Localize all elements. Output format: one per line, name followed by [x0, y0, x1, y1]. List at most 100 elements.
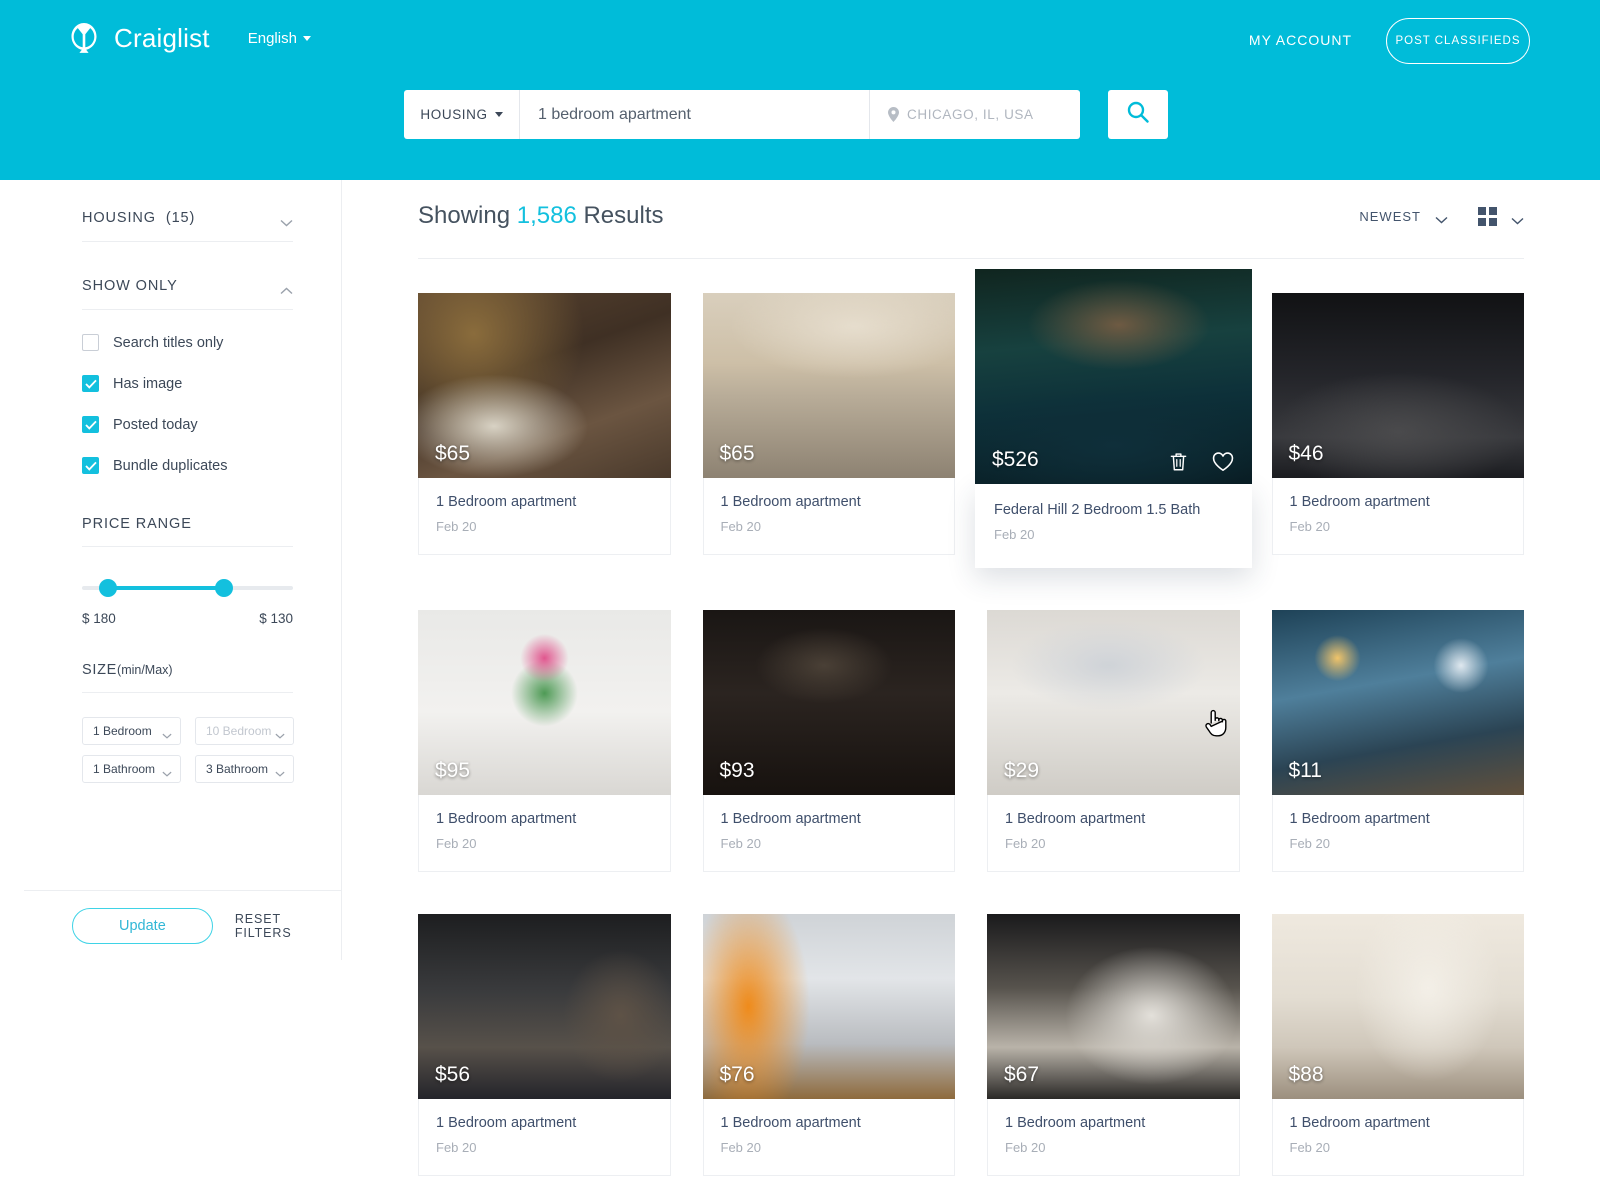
listing-title[interactable]: 1 Bedroom apartment	[1005, 811, 1222, 827]
price-range-values: $ 180 $ 130	[82, 611, 293, 626]
chevron-down-icon	[162, 766, 172, 777]
listing-price: $67	[1004, 1063, 1040, 1086]
listing-thumbnail[interactable]: $65	[702, 293, 955, 478]
listing-info: 1 Bedroom apartment Feb 20	[987, 795, 1240, 872]
listing-thumbnail[interactable]: $95	[418, 610, 671, 795]
checkbox-posted-today[interactable]: Posted today	[82, 416, 293, 433]
listing-title[interactable]: 1 Bedroom apartment	[721, 811, 938, 827]
chevron-down-icon	[275, 766, 285, 777]
listing-card[interactable]: $65 1 Bedroom apartment Feb 20	[418, 293, 671, 568]
post-classifieds-button[interactable]: POST CLASSIFIEDS	[1386, 18, 1530, 64]
reset-filters-button[interactable]: RESET FILTERS	[235, 912, 341, 940]
language-selector[interactable]: English	[248, 30, 311, 47]
chevron-down-icon	[1511, 212, 1524, 225]
listing-thumbnail[interactable]: $93	[702, 610, 955, 795]
checkbox-label: Bundle duplicates	[113, 457, 228, 474]
listing-card[interactable]: $29 1 Bedroom apartment Feb 20	[987, 610, 1240, 872]
sort-dropdown[interactable]: NEWEST	[1359, 209, 1448, 224]
listing-card[interactable]: $56 1 Bedroom apartment Feb 20	[418, 914, 671, 1176]
listing-card[interactable]: $88 1 Bedroom apartment Feb 20	[1271, 914, 1524, 1176]
listing-title[interactable]: 1 Bedroom apartment	[436, 494, 653, 510]
select-bedroom-min[interactable]: 1 Bedroom	[82, 717, 181, 745]
housing-category-filter[interactable]: HOUSING (15)	[82, 210, 293, 242]
select-bathroom-min[interactable]: 1 Bathroom	[82, 755, 181, 783]
checkbox-box[interactable]	[82, 375, 99, 392]
housing-filter-label: HOUSING	[82, 210, 156, 226]
select-bedroom-max[interactable]: 10 Bedroom	[195, 717, 294, 745]
listing-card[interactable]: $95 1 Bedroom apartment Feb 20	[418, 610, 671, 872]
select-value: 1 Bedroom	[93, 724, 152, 738]
select-value: 10 Bedroom	[206, 724, 272, 738]
listing-thumbnail[interactable]: $526	[975, 269, 1252, 484]
heart-icon[interactable]	[1212, 451, 1234, 472]
slider-selected-range	[107, 586, 226, 590]
listing-title[interactable]: 1 Bedroom apartment	[721, 1115, 938, 1131]
listing-title[interactable]: 1 Bedroom apartment	[1005, 1115, 1222, 1131]
checkbox-bundle-duplicates[interactable]: Bundle duplicates	[82, 457, 293, 474]
listing-info: 1 Bedroom apartment Feb 20	[702, 478, 955, 555]
slider-handle-min[interactable]	[98, 579, 117, 597]
listing-card-hovered[interactable]: $526 Federal Hill 2 Bedroom 1.5 Bath Feb…	[975, 269, 1252, 568]
listing-date: Feb 20	[720, 1140, 761, 1155]
price-range-slider[interactable]	[82, 577, 293, 599]
search-category-label: HOUSING	[420, 107, 488, 122]
listing-info: 1 Bedroom apartment Feb 20	[418, 1099, 671, 1176]
listing-date: Feb 20	[436, 1140, 477, 1155]
checkbox-box[interactable]	[82, 334, 99, 351]
listing-card[interactable]: $65 1 Bedroom apartment Feb 20	[702, 293, 955, 568]
listing-title[interactable]: 1 Bedroom apartment	[1290, 494, 1507, 510]
listing-card[interactable]: $93 1 Bedroom apartment Feb 20	[702, 610, 955, 872]
language-label: English	[247, 29, 297, 47]
listing-card[interactable]: $46 1 Bedroom apartment Feb 20	[1271, 293, 1524, 568]
listing-info: 1 Bedroom apartment Feb 20	[1271, 478, 1524, 555]
checkbox-box[interactable]	[82, 416, 99, 433]
listing-thumbnail[interactable]: $29	[987, 610, 1240, 795]
show-only-filter-header[interactable]: SHOW ONLY	[82, 278, 293, 310]
listing-date: Feb 20	[1005, 836, 1046, 851]
listing-title[interactable]: 1 Bedroom apartment	[436, 811, 653, 827]
search-query-input[interactable]: 1 bedroom apartment	[520, 90, 869, 139]
search-location-input[interactable]: CHICAGO, IL, USA	[870, 90, 1080, 139]
search-category-dropdown[interactable]: HOUSING	[404, 90, 519, 139]
listing-title[interactable]: 1 Bedroom apartment	[1290, 1115, 1507, 1131]
listing-thumbnail[interactable]: $65	[418, 293, 671, 478]
listing-title[interactable]: 1 Bedroom apartment	[1290, 811, 1507, 827]
checkbox-has-image[interactable]: Has image	[82, 375, 293, 392]
housing-filter-count: (15)	[165, 210, 196, 226]
listing-info: 1 Bedroom apartment Feb 20	[418, 795, 671, 872]
results-count: 1,586	[516, 202, 577, 229]
checkbox-box[interactable]	[82, 457, 99, 474]
listing-card[interactable]: $67 1 Bedroom apartment Feb 20	[987, 914, 1240, 1176]
trash-icon[interactable]	[1169, 451, 1188, 472]
listing-thumbnail[interactable]: $67	[987, 914, 1240, 1099]
listing-price: $526	[992, 448, 1039, 471]
price-min-label: $ 180	[82, 611, 116, 626]
listing-title[interactable]: 1 Bedroom apartment	[721, 494, 938, 510]
checkbox-search-titles-only[interactable]: Search titles only	[82, 334, 293, 351]
listing-price: $65	[435, 442, 471, 465]
grid-view-icon[interactable]	[1478, 206, 1497, 226]
listing-thumbnail[interactable]: $76	[702, 914, 955, 1099]
update-filters-button[interactable]: Update	[72, 908, 213, 944]
search-submit-button[interactable]	[1108, 90, 1168, 139]
listing-info: 1 Bedroom apartment Feb 20	[987, 1099, 1240, 1176]
my-account-link[interactable]: MY ACCOUNT	[1249, 32, 1352, 48]
listing-thumbnail[interactable]: $56	[418, 914, 671, 1099]
listing-card[interactable]: $76 1 Bedroom apartment Feb 20	[702, 914, 955, 1176]
listing-price: $65	[719, 442, 755, 465]
listing-title[interactable]: Federal Hill 2 Bedroom 1.5 Bath	[994, 502, 1233, 518]
select-bathroom-max[interactable]: 3 Bathroom	[195, 755, 294, 783]
view-mode-dropdown[interactable]	[1478, 206, 1524, 226]
listing-thumbnail[interactable]: $46	[1271, 293, 1524, 478]
listing-price: $46	[1288, 442, 1324, 465]
listing-thumbnail[interactable]: $88	[1271, 914, 1524, 1099]
listing-date: Feb 20	[720, 836, 761, 851]
listing-info: Federal Hill 2 Bedroom 1.5 Bath Feb 20	[975, 484, 1252, 568]
listing-card[interactable]: $11 1 Bedroom apartment Feb 20	[1271, 610, 1524, 872]
sort-value: NEWEST	[1359, 208, 1421, 224]
listing-thumbnail[interactable]: $11	[1271, 610, 1524, 795]
listing-title[interactable]: 1 Bedroom apartment	[436, 1115, 653, 1131]
chevron-up-icon	[280, 282, 293, 295]
page-body: HOUSING (15) SHOW ONLY Search titles onl…	[0, 180, 1600, 1200]
slider-handle-max[interactable]	[214, 579, 233, 597]
